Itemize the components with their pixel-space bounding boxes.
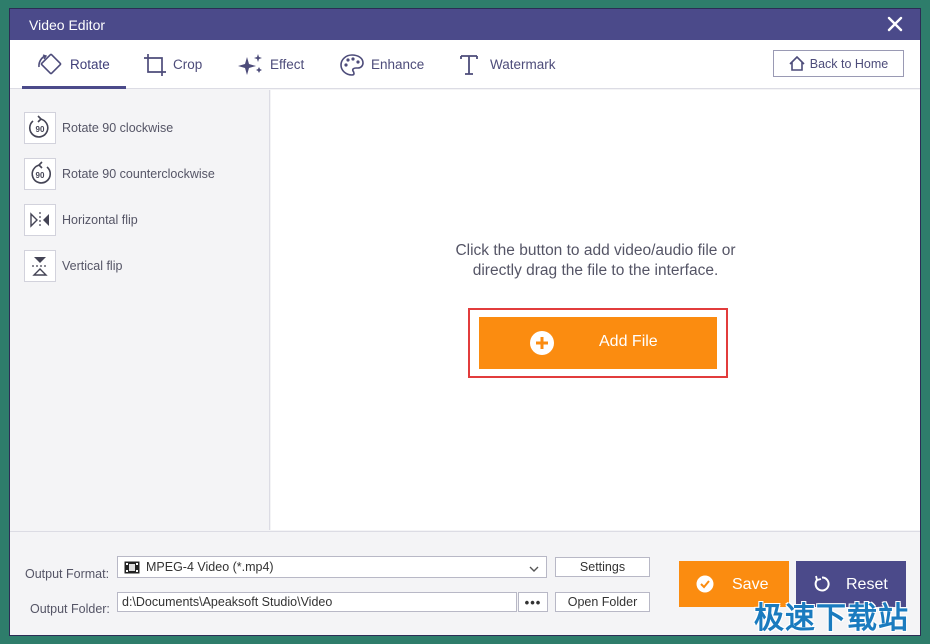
output-format-value: MPEG-4 Video (*.mp4) xyxy=(146,560,274,574)
add-file-button[interactable]: Add File xyxy=(479,317,717,369)
output-format-label: Output Format: xyxy=(25,567,110,581)
add-file-label: Add File xyxy=(599,333,658,350)
reset-label: Reset xyxy=(846,576,888,593)
output-folder-input[interactable] xyxy=(117,592,517,612)
back-to-home-button[interactable]: Back to Home xyxy=(773,50,904,77)
plus-circle-icon xyxy=(529,330,555,356)
save-label: Save xyxy=(732,576,769,593)
rotate-options-panel: 90 Rotate 90 clockwise 90 Rotate 90 coun… xyxy=(10,90,270,530)
output-folder-label: Output Folder: xyxy=(30,602,110,616)
tab-rotate-label: Rotate xyxy=(70,57,110,72)
tab-enhance-label: Enhance xyxy=(371,57,425,72)
horizontal-flip-option[interactable]: Horizontal flip xyxy=(24,204,138,236)
video-format-icon xyxy=(124,561,140,574)
svg-text:90: 90 xyxy=(36,171,45,180)
hint-line-2: directly drag the file to the interface. xyxy=(472,262,719,279)
rotate-counterclockwise-icon: 90 xyxy=(24,158,56,190)
check-circle-icon xyxy=(696,575,714,593)
back-to-home-label: Back to Home xyxy=(809,56,889,71)
enhance-palette-icon xyxy=(339,53,365,77)
settings-button[interactable]: Settings xyxy=(555,557,650,577)
close-icon[interactable] xyxy=(886,15,904,33)
rotate-clockwise-icon: 90 xyxy=(24,112,56,144)
rotate-icon xyxy=(36,53,64,77)
browse-folder-button[interactable]: ••• xyxy=(518,592,548,612)
video-editor-window: Video Editor Rotate Crop Effect Enhance … xyxy=(9,8,921,636)
chevron-down-icon xyxy=(528,562,540,574)
vertical-flip-label: Vertical flip xyxy=(62,259,123,273)
preview-drop-area[interactable]: Click the button to add video/audio file… xyxy=(271,90,920,530)
tab-crop-label: Crop xyxy=(173,57,203,72)
svg-text:90: 90 xyxy=(36,125,45,134)
rotate-clockwise-label: Rotate 90 clockwise xyxy=(62,121,174,135)
rotate-counterclockwise-label: Rotate 90 counterclockwise xyxy=(62,167,215,181)
tab-effect[interactable]: Effect xyxy=(238,40,304,89)
hint-line-1: Click the button to add video/audio file… xyxy=(455,242,736,259)
rotate-counterclockwise-option[interactable]: 90 Rotate 90 counterclockwise xyxy=(24,158,215,190)
vertical-flip-icon xyxy=(24,250,56,282)
tab-bar: Rotate Crop Effect Enhance Watermark Bac… xyxy=(10,40,920,89)
tab-crop[interactable]: Crop xyxy=(143,40,202,89)
home-icon xyxy=(789,56,805,71)
horizontal-flip-label: Horizontal flip xyxy=(62,213,138,227)
reset-icon xyxy=(813,575,831,593)
vertical-flip-option[interactable]: Vertical flip xyxy=(24,250,122,282)
crop-icon xyxy=(143,53,167,77)
tab-watermark-label: Watermark xyxy=(490,57,556,72)
window-title: Video Editor xyxy=(29,17,106,33)
horizontal-flip-icon xyxy=(24,204,56,236)
effect-sparkle-icon xyxy=(238,53,264,77)
add-file-highlight-frame: Add File xyxy=(468,308,728,378)
tab-effect-label: Effect xyxy=(270,57,305,72)
open-folder-button[interactable]: Open Folder xyxy=(555,592,650,612)
add-file-hint: Click the button to add video/audio file… xyxy=(271,241,920,281)
tab-enhance[interactable]: Enhance xyxy=(339,40,424,89)
output-format-select[interactable]: MPEG-4 Video (*.mp4) xyxy=(117,556,547,578)
watermark-text-icon xyxy=(458,53,480,77)
rotate-clockwise-option[interactable]: 90 Rotate 90 clockwise xyxy=(24,112,173,144)
tab-watermark[interactable]: Watermark xyxy=(458,40,556,89)
tab-rotate[interactable]: Rotate xyxy=(22,40,126,89)
title-bar: Video Editor xyxy=(10,9,920,40)
site-watermark-text: 极速下载站 xyxy=(754,601,909,636)
